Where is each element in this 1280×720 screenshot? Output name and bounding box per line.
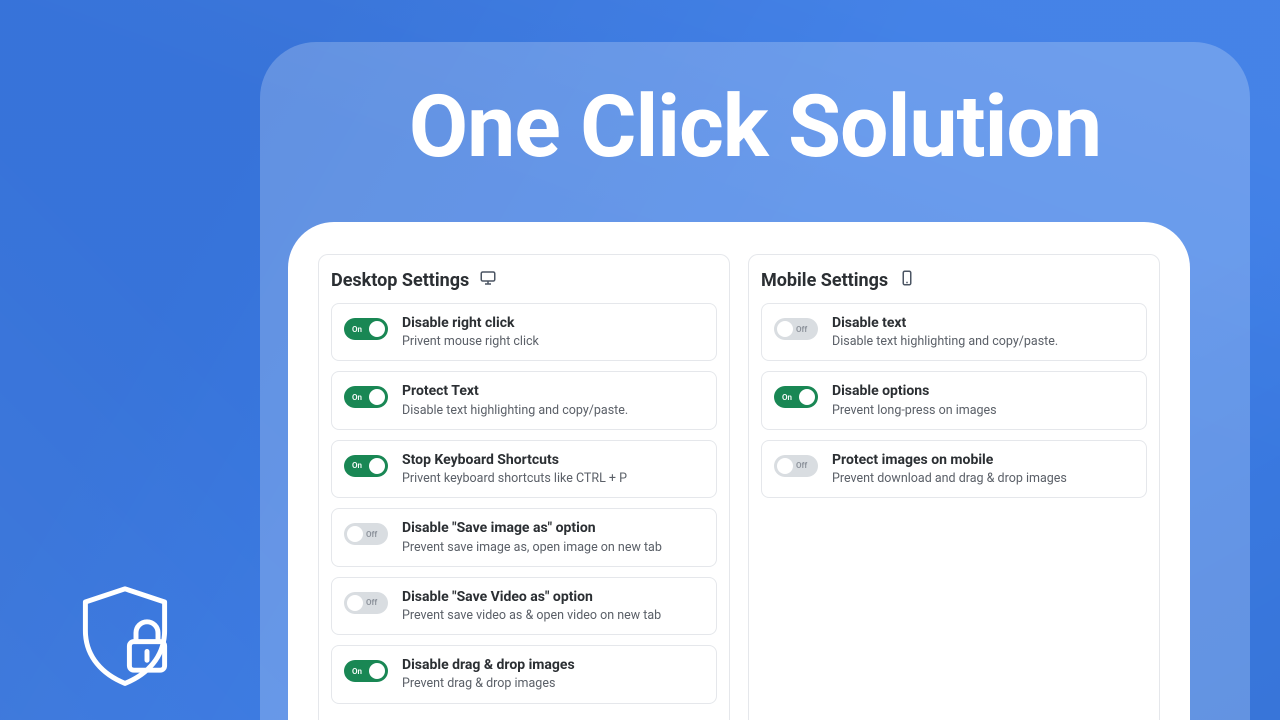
setting-description: Prevent drag & drop images [402, 676, 704, 692]
setting-description: Prevent download and drag & drop images [832, 471, 1134, 487]
mobile-toggle-2[interactable]: Off [774, 455, 818, 477]
setting-title: Disable options [832, 382, 1134, 400]
setting-description: Prevent save video as & open video on ne… [402, 608, 704, 624]
setting-texts: Disable drag & drop images Prevent drag &… [402, 656, 704, 692]
toggle-knob [369, 458, 385, 474]
desktop-toggle-4[interactable]: Off [344, 592, 388, 614]
desktop-setting-row: Off Disable "Save Video as" option Prevent… [331, 577, 717, 635]
toggle-state-label: Off [366, 598, 377, 607]
toggle-state-label: On [782, 393, 792, 402]
setting-description: Prevent save image as, open image on new… [402, 540, 704, 556]
setting-texts: Disable right click Privent mouse right c… [402, 314, 704, 350]
phone-icon [898, 269, 916, 291]
toggle-state-label: On [352, 325, 362, 334]
mobile-setting-row: Off Disable text Disable text highlighting… [761, 303, 1147, 361]
shield-lock-icon [70, 580, 180, 690]
desktop-setting-row: On Protect Text Disable text highlighting … [331, 371, 717, 429]
setting-title: Disable drag & drop images [402, 656, 704, 674]
toggle-state-label: Off [366, 530, 377, 539]
mobile-settings-title: Mobile Settings [761, 270, 888, 291]
desktop-toggle-0[interactable]: On [344, 318, 388, 340]
desktop-setting-row: On Stop Keyboard Shortcuts Privent keyboar… [331, 440, 717, 498]
mobile-setting-row: Off Protect images on mobile Prevent downl… [761, 440, 1147, 498]
toggle-state-label: Off [796, 325, 807, 334]
setting-description: Disable text highlighting and copy/paste… [402, 403, 704, 419]
setting-texts: Disable "Save image as" option Prevent sa… [402, 519, 704, 555]
mobile-toggle-1[interactable]: On [774, 386, 818, 408]
setting-title: Disable text [832, 314, 1134, 332]
toggle-state-label: On [352, 393, 362, 402]
mobile-settings-column: Mobile Settings OffDisable textDisable t… [748, 254, 1160, 720]
setting-title: Disable "Save Video as" option [402, 588, 704, 606]
desktop-setting-row: On Disable drag & drop images Prevent drag… [331, 645, 717, 703]
desktop-setting-row: On Disable right click Privent mouse right… [331, 303, 717, 361]
toggle-state-label: Off [796, 461, 807, 470]
toggle-knob [369, 389, 385, 405]
toggle-knob [347, 595, 363, 611]
desktop-setting-row: Off Disable "Save image as" option Prevent… [331, 508, 717, 566]
setting-texts: Disable text Disable text highlighting an… [832, 314, 1134, 350]
setting-texts: Disable "Save Video as" option Prevent sa… [402, 588, 704, 624]
toggle-knob [347, 526, 363, 542]
desktop-settings-header: Desktop Settings [331, 269, 717, 291]
setting-description: Prevent long-press on images [832, 403, 1134, 419]
desktop-toggle-2[interactable]: On [344, 455, 388, 477]
setting-description: Privent keyboard shortcuts like CTRL + P [402, 471, 704, 487]
desktop-settings-title: Desktop Settings [331, 270, 469, 291]
mobile-toggle-0[interactable]: Off [774, 318, 818, 340]
hero-card: One Click Solution Desktop Settings On Di… [260, 42, 1250, 720]
setting-description: Disable text highlighting and copy/paste… [832, 334, 1134, 350]
mobile-setting-row: On Disable options Prevent long-press on i… [761, 371, 1147, 429]
monitor-icon [479, 269, 497, 291]
setting-description: Privent mouse right click [402, 334, 704, 350]
toggle-knob [777, 458, 793, 474]
toggle-state-label: On [352, 667, 362, 676]
desktop-toggle-5[interactable]: On [344, 660, 388, 682]
setting-title: Protect images on mobile [832, 451, 1134, 469]
toggle-state-label: On [352, 461, 362, 470]
hero-title: One Click Solution [260, 82, 1250, 172]
toggle-knob [799, 389, 815, 405]
setting-title: Disable right click [402, 314, 704, 332]
setting-title: Disable "Save image as" option [402, 519, 704, 537]
setting-texts: Stop Keyboard Shortcuts Privent keyboard … [402, 451, 704, 487]
desktop-toggle-3[interactable]: Off [344, 523, 388, 545]
toggle-knob [777, 321, 793, 337]
toggle-knob [369, 663, 385, 679]
desktop-settings-column: Desktop Settings On Disable right click Pr… [318, 254, 730, 720]
mobile-settings-header: Mobile Settings [761, 269, 1147, 291]
toggle-knob [369, 321, 385, 337]
setting-title: Protect Text [402, 382, 704, 400]
settings-panel: Desktop Settings On Disable right click Pr… [288, 222, 1190, 720]
setting-texts: Protect Text Disable text highlighting an… [402, 382, 704, 418]
desktop-toggle-1[interactable]: On [344, 386, 388, 408]
setting-texts: Disable options Prevent long-press on ima… [832, 382, 1134, 418]
setting-texts: Protect images on mobile Prevent download… [832, 451, 1134, 487]
setting-title: Stop Keyboard Shortcuts [402, 451, 704, 469]
